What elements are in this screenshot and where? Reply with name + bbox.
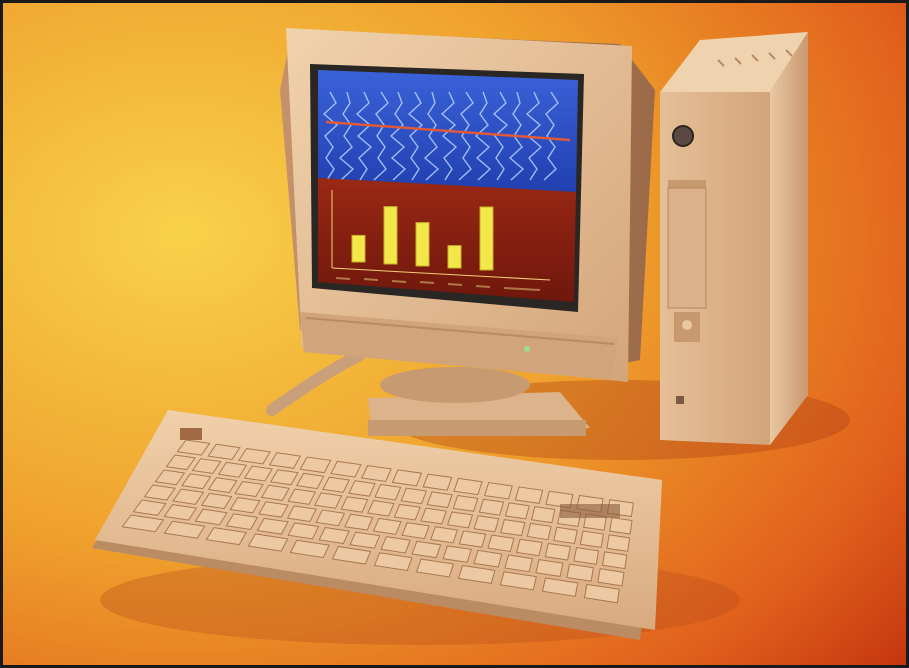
keyboard-key xyxy=(601,551,628,570)
tower-computer xyxy=(660,32,808,445)
keyboard-key xyxy=(401,522,430,540)
keyboard-key xyxy=(553,526,578,545)
keyboard-key xyxy=(360,465,392,482)
keyboard-key xyxy=(606,534,631,552)
screen-bar xyxy=(447,245,462,269)
keyboard-key xyxy=(487,534,515,553)
crt-monitor xyxy=(280,28,655,382)
screen-bottom-panel xyxy=(318,178,576,302)
keyboard-key xyxy=(478,498,505,516)
keyboard-key xyxy=(504,502,530,520)
keyboard-key xyxy=(514,486,544,504)
screen-bar xyxy=(383,206,398,265)
keyboard-key xyxy=(526,522,552,541)
screen-bar xyxy=(415,222,430,267)
keyboard-key xyxy=(483,482,513,500)
screen-top-panel xyxy=(318,70,578,192)
keyboard-key xyxy=(516,538,543,557)
keyboard-key xyxy=(391,469,423,487)
keyboard-key xyxy=(544,542,571,561)
keyboard-key xyxy=(420,507,447,525)
keyboard-key xyxy=(400,487,428,505)
keyboard-key xyxy=(453,477,483,496)
keyboard-key xyxy=(458,530,487,548)
screen-bar xyxy=(479,206,494,271)
keyboard-key xyxy=(446,511,474,529)
keyboard-key xyxy=(579,530,604,548)
keyboard-key xyxy=(422,473,453,491)
power-led-icon xyxy=(524,346,530,352)
photo-scene xyxy=(0,0,909,668)
keyboard-key xyxy=(430,526,459,544)
keyboard-key xyxy=(393,503,421,521)
keyboard-key xyxy=(452,494,479,512)
keyboard-key xyxy=(372,517,402,535)
keyboard-key xyxy=(609,517,633,535)
screen-bar xyxy=(351,234,366,263)
keyboard-key xyxy=(500,519,526,537)
keyboard-key xyxy=(530,506,556,524)
keyboard-key xyxy=(344,513,374,531)
keyboard-key xyxy=(426,491,453,509)
power-button-icon xyxy=(672,125,694,147)
keyboard-key xyxy=(473,515,500,533)
keyboard-key xyxy=(573,547,600,565)
